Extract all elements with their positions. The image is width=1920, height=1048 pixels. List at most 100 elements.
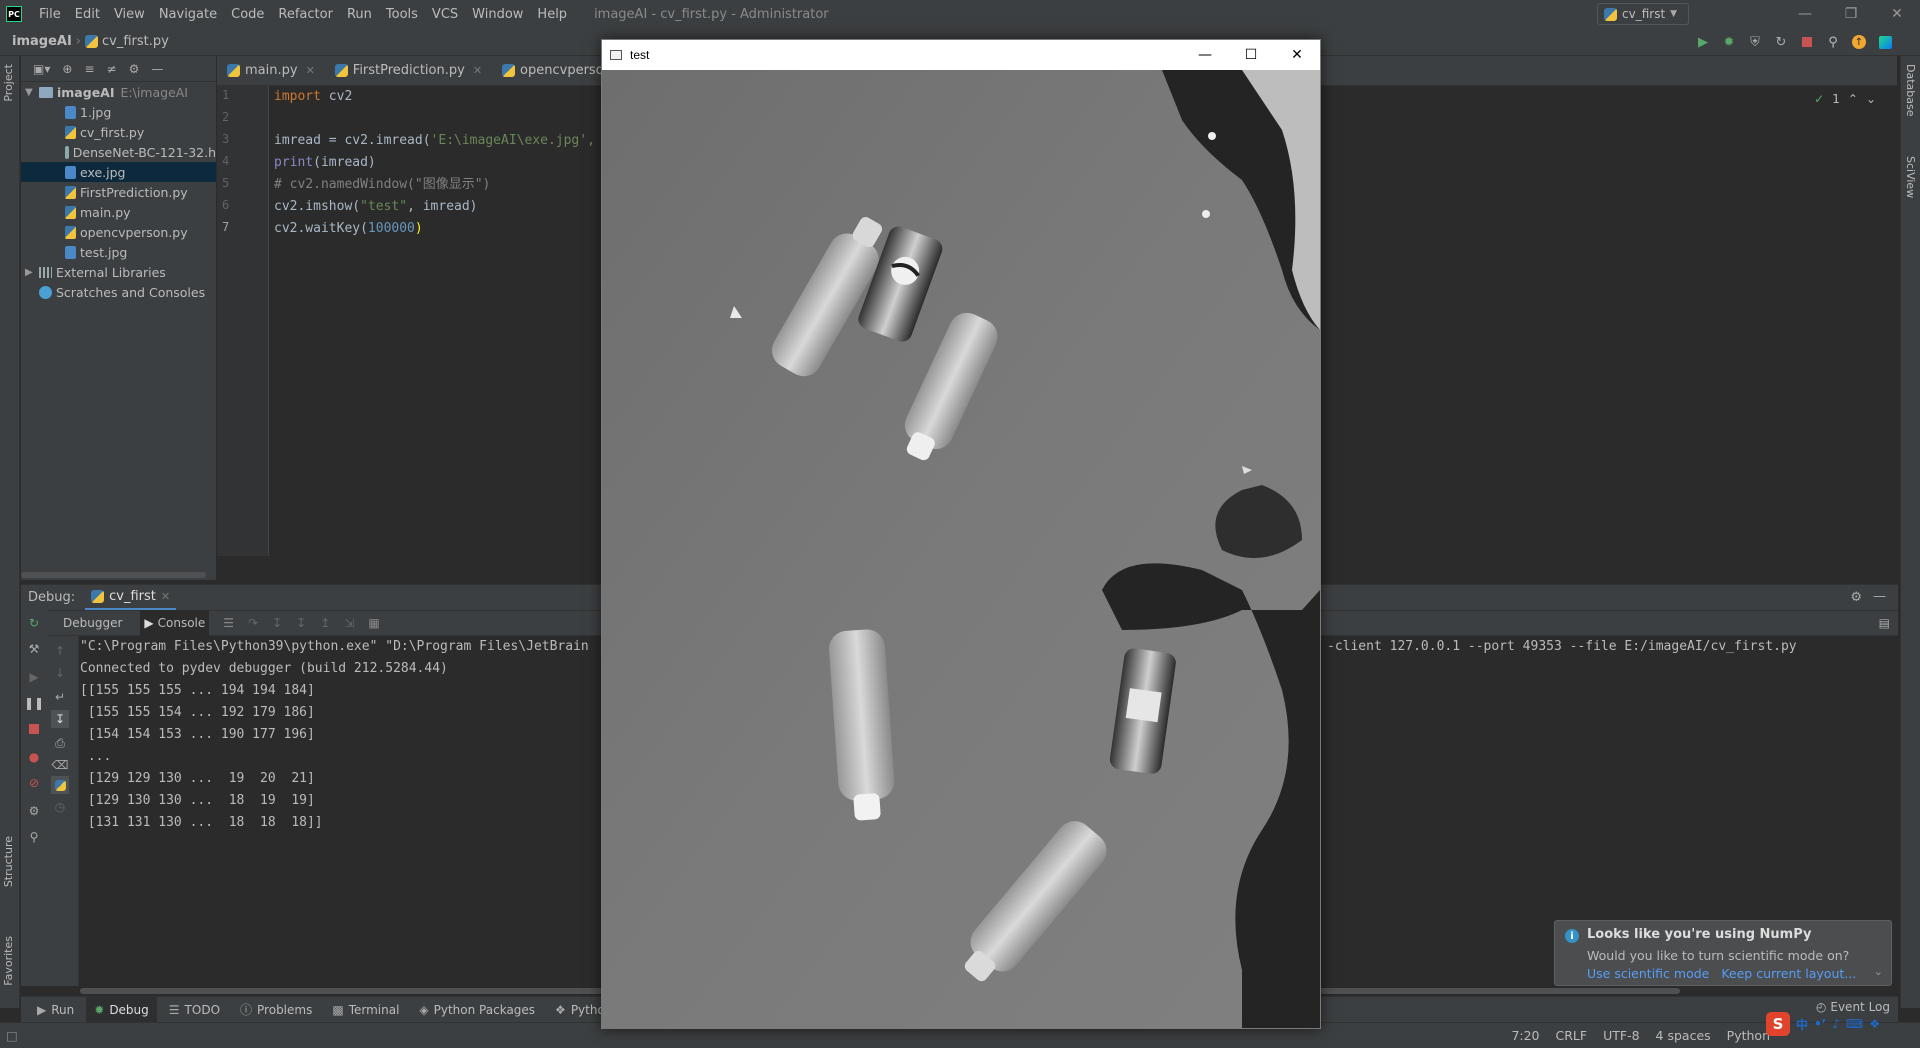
tool-run[interactable]: ▶ Run	[29, 997, 82, 1023]
close-tab-icon[interactable]: ✕	[161, 590, 170, 603]
history-icon[interactable]: ◷	[51, 798, 69, 816]
clear-all-icon[interactable]: ⌫	[51, 756, 69, 774]
close-icon[interactable]: ✕	[1274, 40, 1320, 70]
tab-debugger[interactable]: Debugger	[59, 610, 126, 636]
jetbrains-icon[interactable]	[1874, 31, 1896, 53]
tree-file-1-jpg[interactable]: 1.jpg	[21, 102, 216, 122]
tree-file-densenet[interactable]: DenseNet-BC-121-32.h	[21, 142, 216, 162]
structure-tool-tab[interactable]: Structure	[2, 836, 15, 887]
tree-file-cv-first[interactable]: cv_first.py	[21, 122, 216, 142]
step-into-my-code-icon[interactable]: ↧	[296, 616, 306, 630]
pin-icon[interactable]: ⚲	[25, 828, 43, 846]
keep-current-layout-link[interactable]: Keep current layout...	[1721, 966, 1856, 981]
menu-refactor[interactable]: Refactor	[273, 7, 338, 22]
project-view-select[interactable]: ▣▾	[33, 62, 50, 76]
rerun-icon[interactable]: ↻	[25, 614, 43, 632]
breadcrumb-project[interactable]: imageAI	[12, 34, 72, 49]
opencv-image-window[interactable]: test — ☐ ✕	[601, 39, 1321, 1029]
line-separator[interactable]: CRLF	[1556, 1028, 1588, 1043]
locate-icon[interactable]: ⊕	[62, 62, 72, 76]
toggle-tool-windows-icon[interactable]: □	[6, 1028, 18, 1043]
favorites-tool-tab[interactable]: Favorites	[2, 936, 15, 986]
tab-main-py[interactable]: main.py ✕	[217, 56, 325, 86]
arrow-down-icon[interactable]: ↓	[51, 664, 69, 682]
chevron-down-icon[interactable]: ⌄	[1874, 965, 1883, 978]
tool-debug[interactable]: ✹ Debug	[86, 996, 157, 1023]
project-tool-tab[interactable]: Project	[2, 64, 15, 102]
stop-icon[interactable]	[25, 720, 43, 738]
menu-help[interactable]: Help	[532, 7, 572, 22]
close-icon[interactable]: ✕	[1874, 0, 1920, 28]
gear-icon[interactable]: ⚙	[25, 802, 43, 820]
soft-wrap-icon[interactable]: ↵	[51, 688, 69, 706]
run-to-cursor-icon[interactable]: ⇲	[344, 616, 354, 630]
hide-icon[interactable]: —	[151, 62, 163, 76]
use-scientific-mode-link[interactable]: Use scientific mode	[1587, 966, 1709, 981]
menu-tools[interactable]: Tools	[381, 7, 423, 22]
tree-file-exe-jpg[interactable]: exe.jpg	[21, 162, 216, 182]
scroll-to-end-icon[interactable]: ↧	[51, 710, 69, 728]
coverage-icon[interactable]: ⛨	[1744, 31, 1766, 53]
layout-icon[interactable]: ▤	[1879, 616, 1890, 630]
ime-mode[interactable]: 中	[1796, 1016, 1808, 1033]
debug-icon[interactable]: ✹	[1718, 31, 1740, 53]
sogou-ime-logo[interactable]: S	[1766, 1012, 1790, 1036]
tool-todo[interactable]: ☰ TODO	[161, 997, 228, 1023]
menu-view[interactable]: View	[109, 7, 150, 22]
tool-python-packages[interactable]: ◈ Python Packages	[411, 997, 543, 1023]
profile-icon[interactable]: ↻	[1770, 31, 1792, 53]
menu-file[interactable]: File	[34, 7, 66, 22]
tool-problems[interactable]: ⓘ Problems	[232, 997, 320, 1023]
database-tool-tab[interactable]: Database	[1904, 64, 1917, 117]
wrench-icon[interactable]: ⚒	[25, 640, 43, 658]
step-over-icon[interactable]: ↷	[248, 616, 258, 630]
tab-firstprediction-py[interactable]: FirstPrediction.py ✕	[325, 56, 492, 86]
keyboard-icon[interactable]: ⌨	[1846, 1017, 1863, 1031]
inspection-widget[interactable]: ✓ 1 ⌃ ⌄	[1814, 92, 1876, 106]
tool-terminal[interactable]: ▩ Terminal	[324, 997, 407, 1023]
opencv-window-titlebar[interactable]: test — ☐ ✕	[602, 40, 1320, 70]
expand-all-icon[interactable]: ≡	[84, 62, 94, 76]
tree-external-libraries[interactable]: ▶ External Libraries	[21, 262, 216, 282]
restore-icon[interactable]: ❐	[1828, 0, 1874, 28]
caret-position[interactable]: 7:20	[1511, 1028, 1539, 1043]
mute-breakpoints-icon[interactable]: ⊘	[25, 774, 43, 792]
step-out-icon[interactable]: ↥	[320, 616, 330, 630]
run-configuration-select[interactable]: cv_first ▼	[1597, 3, 1689, 25]
minimize-icon[interactable]: —	[1782, 0, 1828, 28]
python-console-icon[interactable]	[51, 776, 69, 794]
menu-run[interactable]: Run	[342, 7, 377, 22]
arrow-up-icon[interactable]: ↑	[51, 642, 69, 660]
microphone-icon[interactable]: ♪	[1832, 1017, 1840, 1031]
project-scrollbar[interactable]	[21, 572, 206, 578]
menu-code[interactable]: Code	[226, 7, 269, 22]
run-icon[interactable]: ▶	[1692, 31, 1714, 53]
python-interpreter[interactable]: Python	[1727, 1028, 1770, 1043]
gear-icon[interactable]: ⚙	[1850, 590, 1862, 605]
menu-navigate[interactable]: Navigate	[154, 7, 222, 22]
tree-scratches[interactable]: Scratches and Consoles	[21, 282, 216, 302]
close-tab-icon[interactable]: ✕	[306, 64, 315, 77]
sciview-tool-tab[interactable]: SciView	[1904, 156, 1917, 198]
punctuation-icon[interactable]: •’	[1814, 1017, 1826, 1031]
stop-icon[interactable]	[1796, 31, 1818, 53]
update-icon[interactable]: ↑	[1848, 31, 1870, 53]
resume-icon[interactable]: ▶	[25, 668, 43, 686]
tree-file-test-jpg[interactable]: test.jpg	[21, 242, 216, 262]
pause-icon[interactable]: ❚❚	[24, 694, 44, 712]
file-encoding[interactable]: UTF-8	[1603, 1028, 1639, 1043]
menu-window[interactable]: Window	[467, 7, 528, 22]
chevron-up-icon[interactable]: ⌃	[1848, 92, 1858, 106]
menu-icon[interactable]: ☰	[223, 616, 234, 630]
close-tab-icon[interactable]: ✕	[473, 64, 482, 77]
menu-vcs[interactable]: VCS	[427, 7, 463, 22]
gear-icon[interactable]: ⚙	[129, 62, 140, 76]
tree-file-main[interactable]: main.py	[21, 202, 216, 222]
breadcrumb-file[interactable]: cv_first.py	[85, 34, 169, 49]
tree-file-opencvperson[interactable]: opencvperson.py	[21, 222, 216, 242]
print-icon[interactable]: ⎙	[51, 734, 69, 752]
debug-session-tab[interactable]: cv_first ✕	[85, 585, 177, 611]
view-breakpoints-icon[interactable]: ●	[25, 748, 43, 766]
chevron-down-icon[interactable]: ⌄	[1866, 92, 1876, 106]
step-into-icon[interactable]: ↧	[272, 616, 282, 630]
